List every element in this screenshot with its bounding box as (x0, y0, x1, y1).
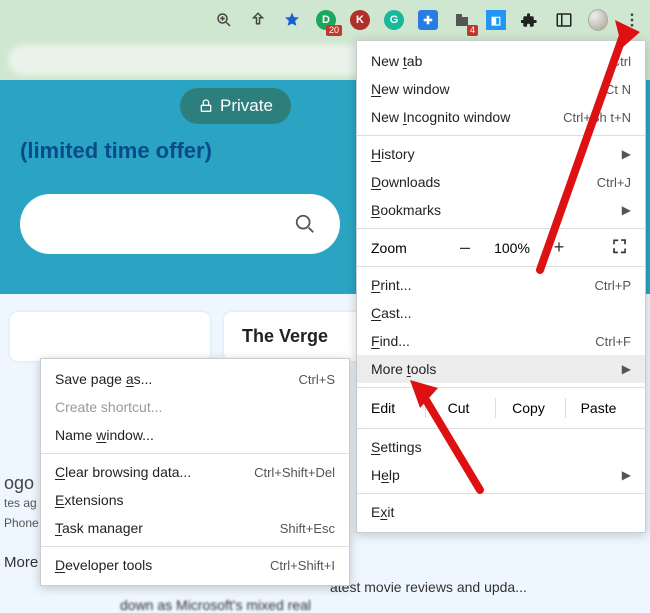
submenu-developer-tools[interactable]: Developer toolsCtrl+Shift+I (41, 551, 349, 579)
submenu-save-as[interactable]: Save page as...Ctrl+S (41, 365, 349, 393)
page-fragment: ogo tes ag Phone More (4, 473, 39, 573)
share-icon[interactable] (248, 10, 268, 30)
menu-find[interactable]: Find...Ctrl+F (357, 327, 645, 355)
private-label: Private (220, 96, 273, 116)
more-tools-submenu: Save page as...Ctrl+S Create shortcut...… (40, 358, 350, 586)
lock-icon (198, 98, 214, 114)
chevron-right-icon: ▶ (622, 362, 631, 376)
zoom-out-button[interactable]: – (453, 237, 477, 258)
bottom-text-2: down as Microsoft's mixed real (120, 597, 311, 613)
zoom-icon[interactable] (214, 10, 234, 30)
bottom-text-1: atest movie reviews and upda... (330, 579, 527, 595)
annotation-arrow-2 (410, 380, 510, 505)
extension-4-icon[interactable]: ✚ (418, 10, 438, 30)
bookmark-star-icon[interactable] (282, 10, 302, 30)
submenu-clear-data[interactable]: Clear browsing data...Ctrl+Shift+Del (41, 458, 349, 486)
search-icon (294, 213, 316, 235)
extension-6-icon[interactable]: ◧ (486, 10, 506, 30)
submenu-extensions[interactable]: Extensions (41, 486, 349, 514)
extension-2-icon[interactable]: K (350, 10, 370, 30)
submenu-create-shortcut: Create shortcut... (41, 393, 349, 421)
search-pill[interactable] (20, 194, 340, 254)
extension-1-icon[interactable]: D20 (316, 10, 336, 30)
menu-more-tools[interactable]: More tools▶ (357, 355, 645, 383)
submenu-task-manager[interactable]: Task managerShift+Esc (41, 514, 349, 542)
badge-20: 20 (326, 25, 342, 36)
extension-5-icon[interactable]: 4 (452, 10, 472, 30)
menu-cast[interactable]: Cast... (357, 299, 645, 327)
submenu-name-window[interactable]: Name window... (41, 421, 349, 449)
extension-3-icon[interactable]: G (384, 10, 404, 30)
annotation-arrow-1 (520, 20, 650, 285)
chevron-right-icon: ▶ (622, 468, 631, 482)
edit-paste[interactable]: Paste (565, 398, 631, 418)
badge-4: 4 (467, 25, 478, 36)
private-button[interactable]: Private (180, 88, 291, 124)
